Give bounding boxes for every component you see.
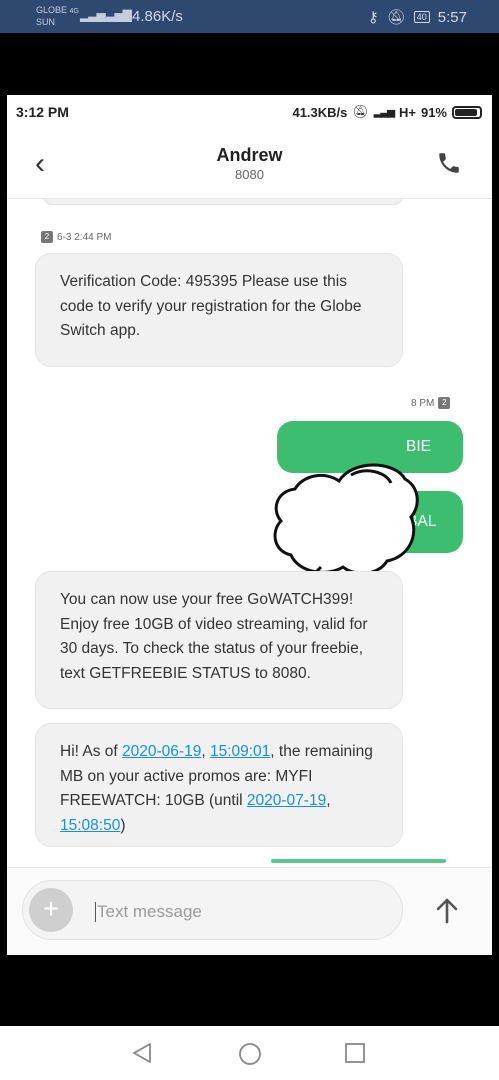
back-triangle-icon[interactable]	[131, 1042, 153, 1064]
text-part: Hi! As of	[60, 743, 123, 760]
message-input-field[interactable]	[22, 880, 403, 940]
signal-icon: ▂▃▅	[373, 106, 395, 118]
home-circle-icon[interactable]	[238, 1042, 262, 1066]
system-navigation-bar	[0, 1026, 499, 1080]
message-input-placeholder[interactable]: Text message	[95, 902, 202, 922]
conversation-header: ‹ Andrew 8080	[7, 127, 492, 199]
sim-icon: 2	[438, 397, 451, 409]
battery-percent: 91%	[420, 104, 447, 120]
sim-icon: 2	[41, 231, 53, 243]
status-time: 3:12 PM	[16, 104, 69, 120]
message-text: Hi! As of 2020-06-19, 15:09:01, the rema…	[60, 743, 373, 834]
status-time: 5:57	[437, 8, 467, 26]
message-timestamp: 8 PM 2	[411, 397, 451, 409]
message-timestamp: 2 6-3 2:44 PM	[41, 231, 111, 243]
message-text: You can now use your free GoWATCH399! En…	[60, 591, 368, 682]
signal-icon: ▂▃▅▇	[98, 8, 132, 22]
contact-number: 8080	[235, 167, 264, 182]
messaging-screen: 3:12 PM 41.3KB/s 🔕︎ ▂▃▅ H+ 91% ‹ Andrew …	[7, 95, 492, 955]
mute-bell-icon: 🔕︎	[352, 104, 369, 119]
text-part: )	[120, 816, 126, 834]
message-text: BIE	[406, 438, 431, 455]
key-icon: ⚷	[367, 9, 379, 26]
carrier-label: GLOBE 4G SUN	[36, 5, 79, 27]
incoming-message[interactable]: Hi! As of 2020-06-19, 15:09:01, the rema…	[35, 723, 403, 847]
text-part: ,	[201, 743, 210, 760]
status-right: ⚷ 🔕︎ 40 5:57	[367, 8, 467, 27]
timestamp-text: 6-3 2:44 PM	[57, 231, 112, 243]
battery-icon: 40	[413, 11, 430, 23]
date-link[interactable]: 2020-06-19	[122, 743, 201, 760]
inner-status-bar: 3:12 PM 41.3KB/s 🔕︎ ▂▃▅ H+ 91%	[7, 95, 492, 127]
incoming-message[interactable]: You can now use your free GoWATCH399! En…	[35, 571, 403, 709]
contact-name: Andrew	[216, 145, 283, 165]
add-attachment-button[interactable]: +	[29, 888, 73, 932]
compose-bar: + Text message	[7, 867, 492, 955]
message-thread[interactable]: 2 6-3 2:44 PM Verification Code: 495395 …	[7, 199, 492, 867]
recents-square-icon[interactable]	[344, 1042, 366, 1064]
status-right: 41.3KB/s 🔕︎ ▂▃▅ H+ 91%	[292, 104, 482, 120]
text-part: ,	[326, 792, 331, 809]
time-link[interactable]: 15:09:01	[210, 743, 270, 760]
send-arrow-icon[interactable]	[435, 896, 459, 924]
message-bubble-partial	[43, 199, 403, 205]
network-speed: 41.3KB/s	[292, 104, 348, 120]
message-text: Verification Code: 495395 Please use thi…	[60, 273, 362, 339]
phone-call-icon[interactable]	[436, 149, 462, 177]
network-speed: 4.86K/s	[132, 8, 183, 25]
incoming-message[interactable]: Verification Code: 495395 Please use thi…	[35, 253, 403, 367]
time-link[interactable]: 15:08:50	[60, 817, 120, 834]
timestamp-text: 8 PM	[411, 397, 435, 409]
message-bubble-partial	[271, 859, 446, 863]
date-link[interactable]: 2020-07-19	[247, 792, 326, 809]
outer-status-bar: GLOBE 4G SUN ▂▃▅ ▂▃▅▇ 4.86K/s ⚷ 🔕︎ 40 5:…	[0, 0, 499, 33]
mute-bell-icon: 🔕︎	[386, 9, 406, 26]
network-type: H+	[398, 104, 416, 120]
battery-icon	[452, 105, 482, 119]
